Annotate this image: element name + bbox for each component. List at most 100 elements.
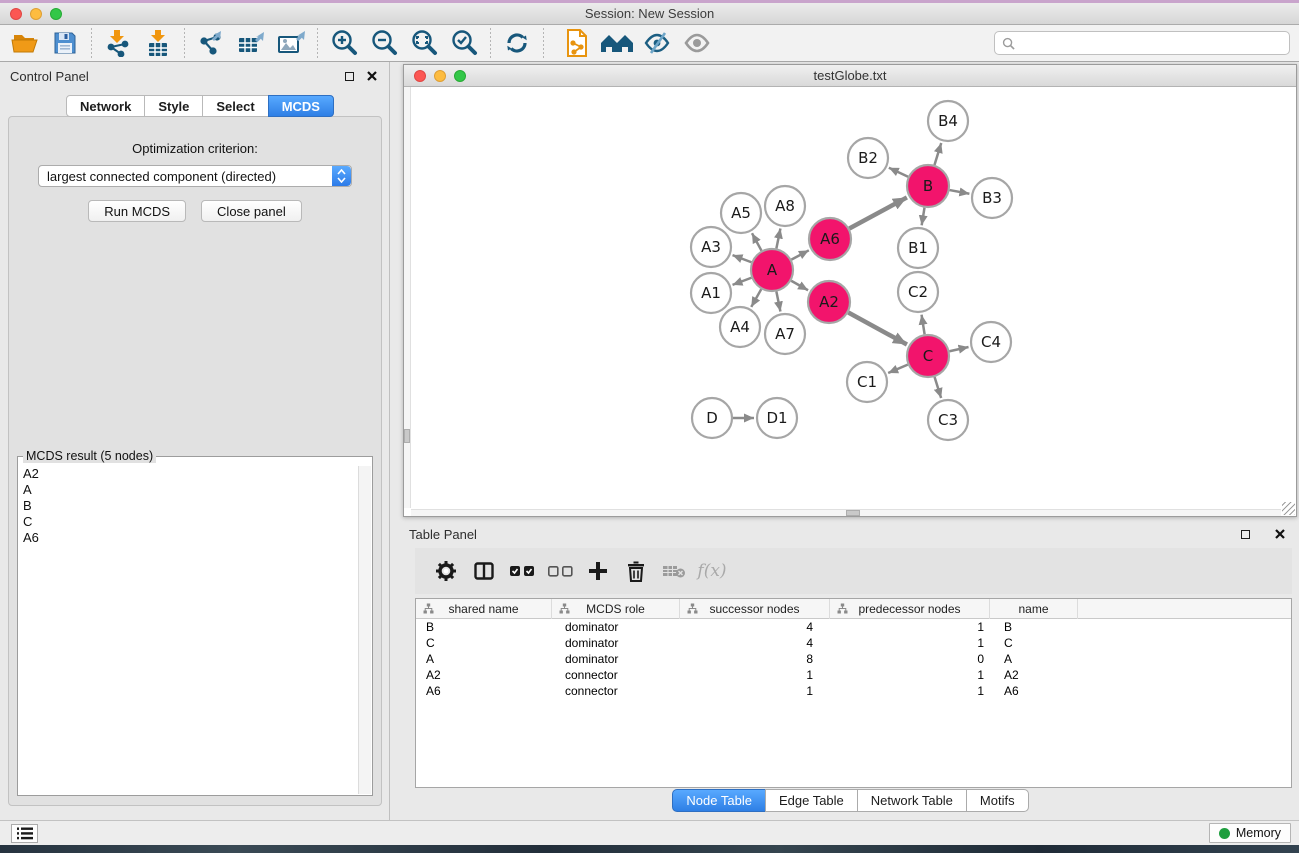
- table-cell[interactable]: A: [990, 651, 1078, 667]
- table-cell[interactable]: dominator: [552, 619, 680, 635]
- mcds-result-item[interactable]: B: [20, 498, 357, 514]
- graph-edge-B-B2[interactable]: [889, 168, 908, 177]
- function-builder-button[interactable]: f(x): [699, 558, 725, 584]
- float-panel-button[interactable]: [342, 69, 356, 83]
- column-header-shared-name[interactable]: shared name: [416, 599, 552, 619]
- table-cell[interactable]: C: [416, 635, 552, 651]
- zoom-selected-button[interactable]: [447, 28, 481, 58]
- table-row[interactable]: A6connector11A6: [416, 683, 1291, 699]
- table-settings-button[interactable]: [433, 558, 459, 584]
- table-cell[interactable]: 8: [680, 651, 830, 667]
- zoom-out-button[interactable]: [367, 28, 401, 58]
- close-table-panel-button[interactable]: [1273, 527, 1287, 541]
- graph-edge-C-C3[interactable]: [935, 377, 942, 398]
- save-session-button[interactable]: [48, 28, 82, 58]
- graph-edge-A-A3[interactable]: [733, 255, 752, 262]
- refresh-layout-button[interactable]: [500, 28, 534, 58]
- table-cell[interactable]: B: [990, 619, 1078, 635]
- column-header-name[interactable]: name: [990, 599, 1078, 619]
- table-cell[interactable]: connector: [552, 683, 680, 699]
- search-input[interactable]: [1020, 36, 1289, 50]
- hide-selected-button[interactable]: [640, 28, 674, 58]
- mcds-list-scrollbar[interactable]: [358, 466, 371, 794]
- table-row[interactable]: Cdominator41C: [416, 635, 1291, 651]
- graph-edge-A-A8[interactable]: [776, 229, 780, 249]
- table-row[interactable]: Bdominator41B: [416, 619, 1291, 635]
- export-image-button[interactable]: [274, 28, 308, 58]
- mcds-result-item[interactable]: A2: [20, 466, 357, 482]
- delete-column-button[interactable]: [623, 558, 649, 584]
- table-row[interactable]: Adominator80A: [416, 651, 1291, 667]
- table-cell[interactable]: dominator: [552, 635, 680, 651]
- first-neighbors-button[interactable]: [600, 28, 634, 58]
- zoom-fit-button[interactable]: [407, 28, 441, 58]
- table-cell[interactable]: 0: [830, 651, 990, 667]
- tab-select[interactable]: Select: [202, 95, 268, 117]
- table-cell[interactable]: 1: [830, 635, 990, 651]
- graph-edge-B-B4[interactable]: [934, 143, 941, 165]
- resize-grip[interactable]: [1282, 502, 1295, 515]
- search-field[interactable]: [994, 31, 1290, 55]
- table-cell[interactable]: C: [990, 635, 1078, 651]
- delete-table-button[interactable]: [661, 558, 687, 584]
- run-mcds-button[interactable]: Run MCDS: [88, 200, 186, 222]
- tab-network-table[interactable]: Network Table: [857, 789, 967, 812]
- show-hidden-button[interactable]: [680, 28, 714, 58]
- graph-edge-A-A6[interactable]: [791, 250, 808, 259]
- table-cell[interactable]: 4: [680, 619, 830, 635]
- graph-edge-B-B3[interactable]: [950, 190, 970, 194]
- tab-network[interactable]: Network: [66, 95, 145, 117]
- export-table-button[interactable]: [234, 28, 268, 58]
- table-cell[interactable]: A: [416, 651, 552, 667]
- close-mcds-panel-button[interactable]: Close panel: [201, 200, 302, 222]
- table-cell[interactable]: dominator: [552, 651, 680, 667]
- new-network-from-selection-button[interactable]: [560, 28, 594, 58]
- tab-motifs[interactable]: Motifs: [966, 789, 1029, 812]
- select-all-checkboxes-button[interactable]: [509, 558, 535, 584]
- table-cell[interactable]: A6: [416, 683, 552, 699]
- task-history-button[interactable]: [11, 824, 38, 843]
- graph-edge-A-A2[interactable]: [791, 281, 808, 290]
- table-cell[interactable]: 1: [830, 619, 990, 635]
- zoom-in-button[interactable]: [327, 28, 361, 58]
- table-cell[interactable]: 1: [680, 667, 830, 683]
- export-network-button[interactable]: [194, 28, 228, 58]
- tab-node-table[interactable]: Node Table: [672, 789, 766, 812]
- graph-edge-C-C1[interactable]: [888, 365, 908, 373]
- criterion-select[interactable]: largest connected component (directed): [38, 165, 352, 187]
- float-table-panel-button[interactable]: [1238, 527, 1252, 541]
- column-header-predecessor-nodes[interactable]: predecessor nodes: [830, 599, 990, 619]
- import-network-button[interactable]: [101, 28, 135, 58]
- graph-edge-B-B1[interactable]: [922, 208, 925, 226]
- add-column-button[interactable]: [585, 558, 611, 584]
- open-session-button[interactable]: [8, 28, 42, 58]
- graph-edge-A-A5[interactable]: [752, 233, 762, 250]
- graph-edge-A6-B[interactable]: [849, 197, 907, 228]
- table-cell[interactable]: A6: [990, 683, 1078, 699]
- table-cell[interactable]: 4: [680, 635, 830, 651]
- network-horizontal-scrollbar[interactable]: [411, 509, 1281, 516]
- column-header-MCDS-role[interactable]: MCDS role: [552, 599, 680, 619]
- table-cell[interactable]: A2: [416, 667, 552, 683]
- tab-mcds[interactable]: MCDS: [268, 95, 334, 117]
- table-cell[interactable]: 1: [680, 683, 830, 699]
- network-vertical-scrollbar[interactable]: [404, 87, 411, 508]
- deselect-all-checkboxes-button[interactable]: [547, 558, 573, 584]
- table-cell[interactable]: connector: [552, 667, 680, 683]
- table-cell[interactable]: 1: [830, 667, 990, 683]
- close-panel-button[interactable]: [365, 69, 379, 83]
- graph-edge-C-C2[interactable]: [922, 315, 925, 335]
- tab-edge-table[interactable]: Edge Table: [765, 789, 858, 812]
- mcds-result-item[interactable]: C: [20, 514, 357, 530]
- mcds-result-item[interactable]: A: [20, 482, 357, 498]
- scrollbar-thumb[interactable]: [846, 510, 860, 516]
- table-cell[interactable]: B: [416, 619, 552, 635]
- graph-edge-A-A1[interactable]: [733, 278, 752, 285]
- graph-edge-A2-C[interactable]: [848, 313, 907, 345]
- graph-edge-C-C4[interactable]: [949, 347, 968, 351]
- graph-edge-A-A7[interactable]: [776, 292, 780, 312]
- table-cell[interactable]: 1: [830, 683, 990, 699]
- import-table-button[interactable]: [141, 28, 175, 58]
- graph-edge-A-A4[interactable]: [751, 289, 761, 307]
- mcds-result-item[interactable]: A6: [20, 530, 357, 546]
